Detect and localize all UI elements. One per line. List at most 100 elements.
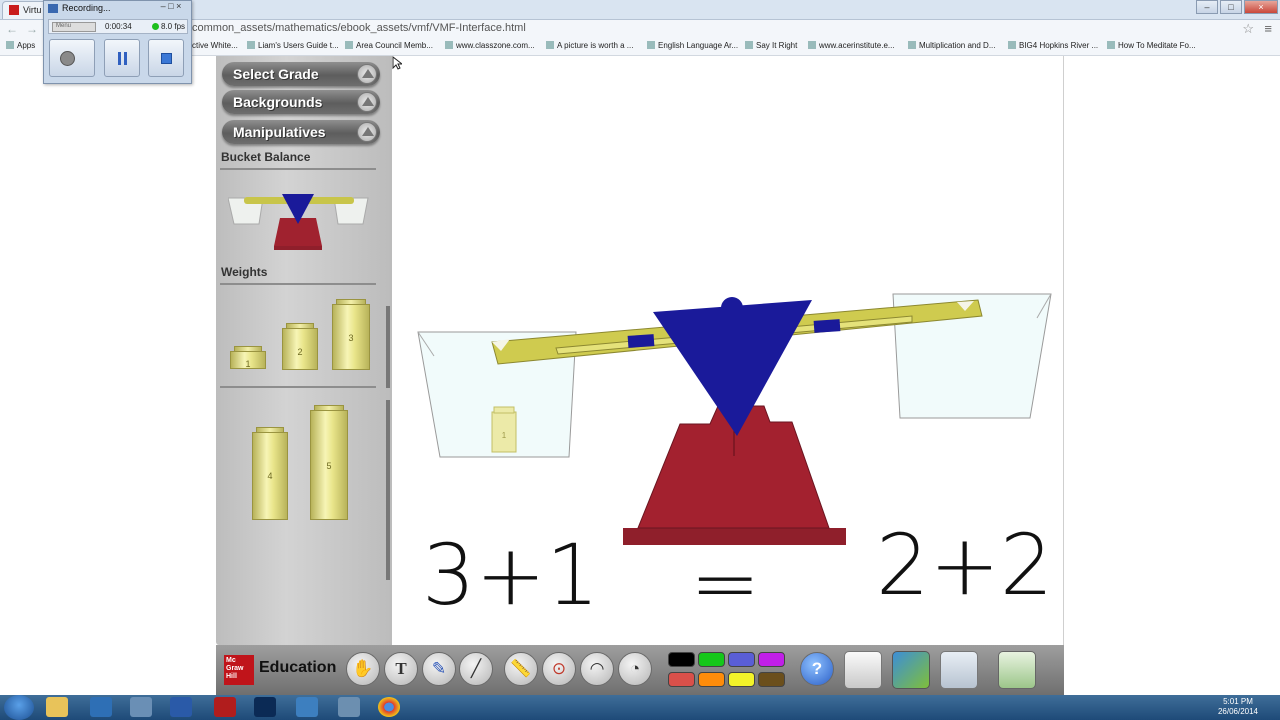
recorder-elapsed-time: 0:00:34 — [105, 22, 132, 31]
backgrounds-button[interactable]: Backgrounds — [222, 90, 380, 114]
workspace-canvas[interactable]: 1 3+1 = 2+2 — [392, 56, 1064, 645]
chevron-up-icon — [357, 122, 377, 142]
recycle-bin-icon[interactable] — [998, 651, 1036, 689]
weight-5[interactable]: 5 — [310, 405, 348, 520]
recorder-status-bar: Menu 0:00:34 8.0 fps — [48, 19, 188, 34]
equals-sign: = — [690, 534, 760, 632]
recorder-app-icon — [48, 4, 58, 13]
color-swatch-blue[interactable] — [728, 652, 755, 667]
chrome-icon[interactable] — [378, 697, 400, 717]
color-swatch-orange[interactable] — [698, 672, 725, 687]
url-text[interactable]: common_assets/mathematics/ebook_assets/v… — [192, 22, 526, 34]
svg-text:1: 1 — [502, 431, 507, 440]
apps-grid-icon — [6, 41, 14, 49]
color-swatch-red[interactable] — [668, 672, 695, 687]
text-tool-icon[interactable]: T — [384, 652, 418, 686]
select-grade-button[interactable]: Select Grade — [222, 62, 380, 86]
right-expression: 2+2 — [876, 516, 1053, 614]
recorder-menu-dropdown[interactable]: Menu — [52, 22, 96, 32]
tab-favicon-icon — [9, 5, 19, 15]
record-icon — [60, 51, 75, 66]
weight-2[interactable]: 2 — [282, 323, 318, 370]
word-icon[interactable] — [170, 697, 192, 717]
photoshop-icon[interactable] — [254, 697, 276, 717]
bookmark-page-icon — [647, 41, 655, 49]
timer-tool-icon[interactable]: ◔ — [618, 652, 652, 686]
bookmark-item[interactable]: English Language Ar... — [647, 41, 738, 50]
bookmark-item[interactable]: Area Council Memb... — [345, 41, 433, 50]
recorder-title: Recording... — [62, 3, 111, 13]
app-icon[interactable] — [130, 697, 152, 717]
bookmark-page-icon — [908, 41, 916, 49]
status-dot-icon — [152, 23, 159, 30]
acrobat-icon[interactable] — [214, 697, 236, 717]
color-swatch-yellow[interactable] — [728, 672, 755, 687]
app-icon[interactable] — [296, 697, 318, 717]
help-icon[interactable]: ? — [800, 652, 834, 686]
bookmark-item[interactable]: A picture is worth a ... — [546, 41, 633, 50]
divider — [220, 283, 376, 285]
weights-scrollbar[interactable] — [386, 306, 390, 388]
eraser-icon[interactable] — [940, 651, 978, 689]
bookmark-item[interactable]: Liam's Users Guide t... — [247, 41, 339, 50]
explorer-icon[interactable] — [46, 697, 68, 717]
bookmark-page-icon — [345, 41, 353, 49]
maximize-window-button[interactable]: □ — [1220, 0, 1242, 14]
manipulatives-palette: Select Grade Backgrounds Manipulatives B… — [216, 56, 392, 645]
beam-slider-left — [627, 334, 655, 348]
bookmark-item[interactable]: ctive White... — [192, 41, 238, 50]
app-icon[interactable] — [338, 697, 360, 717]
weights-scrollbar[interactable] — [386, 400, 390, 580]
bookmark-page-icon — [546, 41, 554, 49]
hand-tool-icon[interactable]: ✋ — [346, 652, 380, 686]
divider — [220, 386, 376, 388]
windows-taskbar: 5:01 PM 26/06/2014 — [0, 695, 1280, 720]
pen-tool-icon[interactable]: ✎ — [422, 652, 456, 686]
protractor-tool-icon[interactable]: ◠ — [580, 652, 614, 686]
bookmark-item[interactable]: www.acerinstitute.e... — [808, 41, 895, 50]
app-icon[interactable] — [90, 697, 112, 717]
taskbar-clock[interactable]: 5:01 PM 26/06/2014 — [1218, 697, 1258, 717]
bookmark-page-icon — [247, 41, 255, 49]
bucket-balance-thumbnail[interactable] — [228, 188, 370, 250]
color-swatch-brown[interactable] — [758, 672, 785, 687]
line-tool-icon[interactable]: ╱ — [459, 652, 493, 686]
tools-menu-icon[interactable] — [892, 651, 930, 689]
record-button[interactable] — [49, 39, 95, 77]
mcgraw-hill-logo: Mc Graw Hill — [224, 655, 254, 685]
bucket-balance-scale[interactable]: 1 3+1 = 2+2 — [392, 56, 1064, 645]
weight-3[interactable]: 3 — [332, 299, 370, 370]
color-swatch-black[interactable] — [668, 652, 695, 667]
close-window-button[interactable]: × — [1244, 0, 1278, 14]
compass-tool-icon[interactable]: ⊙ — [542, 652, 576, 686]
browser-menu-icon[interactable]: ≡ — [1264, 21, 1272, 36]
weight-4[interactable]: 4 — [252, 427, 288, 520]
ruler-tool-icon[interactable]: 📏 — [504, 652, 538, 686]
clear-page-icon[interactable] — [844, 651, 882, 689]
stop-button[interactable] — [148, 39, 184, 77]
bookmark-page-icon — [1008, 41, 1016, 49]
left-expression: 3+1 — [422, 526, 599, 624]
screen-recorder-window: Recording... – □ × Menu 0:00:34 8.0 fps — [43, 0, 192, 84]
weight-1[interactable]: 1 — [230, 346, 266, 369]
browser-title-bar: Virtu – □ × — [0, 0, 1280, 20]
bookmark-item[interactable]: Multiplication and D... — [908, 41, 995, 50]
pause-button[interactable] — [104, 39, 140, 77]
bookmark-item[interactable]: Say It Right — [745, 41, 797, 50]
balance-pivot — [653, 300, 812, 436]
recorder-window-controls[interactable]: – □ × — [153, 1, 189, 13]
start-button[interactable] — [4, 695, 34, 720]
bookmark-page-icon — [1107, 41, 1115, 49]
bookmark-page-icon — [745, 41, 753, 49]
bookmark-item[interactable]: www.classzone.com... — [445, 41, 535, 50]
color-swatch-purple[interactable] — [758, 652, 785, 667]
mouse-pointer-icon — [392, 56, 402, 70]
bookmark-item[interactable]: BIG4 Hopkins River ... — [1008, 41, 1098, 50]
color-swatch-green[interactable] — [698, 652, 725, 667]
bookmark-item[interactable]: How To Meditate Fo... — [1107, 41, 1196, 50]
back-forward-icon[interactable]: ←→ — [6, 22, 46, 36]
bookmark-star-icon[interactable]: ☆ — [1242, 21, 1254, 37]
bookmark-item[interactable]: Apps — [6, 41, 35, 50]
manipulatives-button[interactable]: Manipulatives — [222, 120, 380, 144]
minimize-window-button[interactable]: – — [1196, 0, 1218, 14]
